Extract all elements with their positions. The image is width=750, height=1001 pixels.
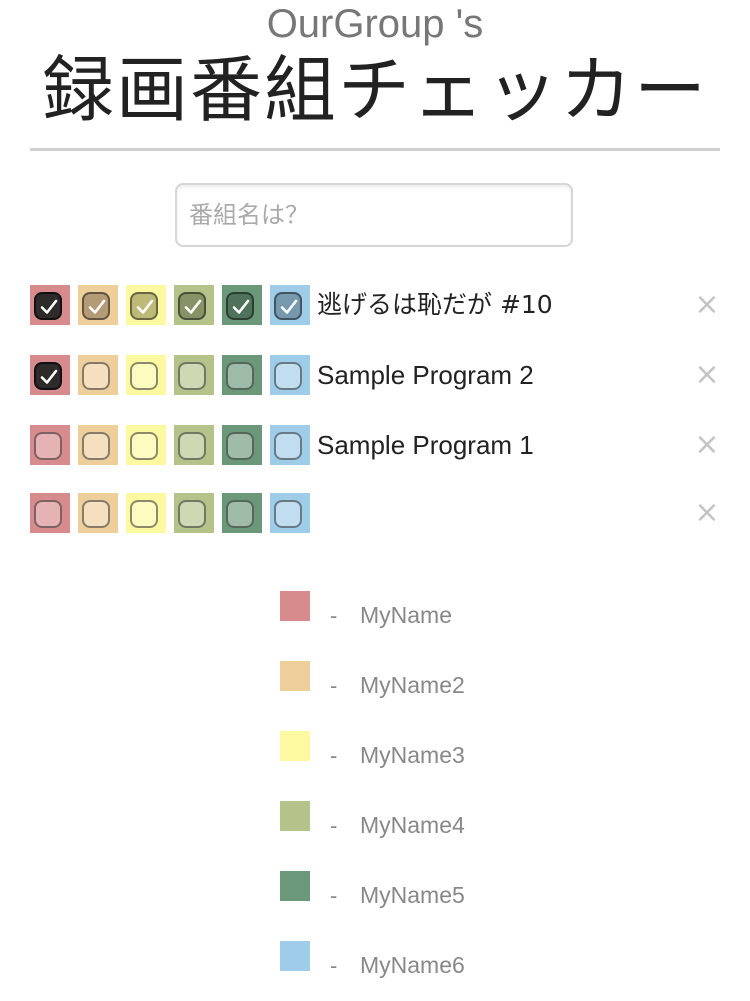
checkbox-unchecked xyxy=(34,500,62,528)
checkbox-checked xyxy=(226,292,254,320)
member-checkbox[interactable] xyxy=(126,493,166,533)
member-checkbox[interactable] xyxy=(30,355,70,395)
member-checkbox[interactable] xyxy=(270,425,310,465)
checkbox-checked xyxy=(130,292,158,320)
legend-separator: - xyxy=(330,883,338,908)
legend-color-swatch xyxy=(280,941,310,971)
checkmark-icon xyxy=(184,299,202,314)
member-checkbox[interactable] xyxy=(78,425,118,465)
checkbox-unchecked xyxy=(178,362,206,390)
member-checkbox[interactable] xyxy=(78,285,118,325)
member-checkbox[interactable] xyxy=(270,285,310,325)
checkbox-unchecked xyxy=(82,362,110,390)
checkmark-icon xyxy=(40,369,58,384)
legend-color-swatch xyxy=(280,731,310,761)
delete-program-button[interactable]: × xyxy=(694,425,720,465)
group-subtitle: OurGroup 's xyxy=(266,2,484,46)
legend-separator: - xyxy=(330,813,338,838)
checkbox-unchecked xyxy=(178,500,206,528)
member-checkbox[interactable] xyxy=(78,355,118,395)
member-checkbox[interactable] xyxy=(174,425,214,465)
legend-color-swatch xyxy=(280,591,310,621)
member-checkbox[interactable] xyxy=(222,355,262,395)
legend-member-name: MyName5 xyxy=(360,882,465,908)
checkbox-unchecked xyxy=(178,432,206,460)
member-checkbox[interactable] xyxy=(222,493,262,533)
header-divider xyxy=(30,148,720,151)
member-checkbox[interactable] xyxy=(126,355,166,395)
legend-member-name: MyName xyxy=(360,602,453,628)
checkbox-checked xyxy=(274,292,302,320)
checkbox-unchecked xyxy=(130,500,158,528)
checkmark-icon xyxy=(88,299,106,314)
program-name-input[interactable] xyxy=(175,183,573,247)
member-checkbox[interactable] xyxy=(30,493,70,533)
legend-color-swatch xyxy=(280,801,310,831)
checkbox-unchecked xyxy=(274,500,302,528)
member-checkbox[interactable] xyxy=(30,425,70,465)
legend-member-name: MyName4 xyxy=(360,812,465,838)
legend-separator: - xyxy=(330,743,338,768)
legend-member-name: MyName6 xyxy=(360,952,465,978)
checkbox-checked xyxy=(34,292,62,320)
program-row: Sample Program 1 × xyxy=(30,425,730,465)
legend-member-name: MyName3 xyxy=(360,742,465,768)
checkbox-unchecked xyxy=(274,432,302,460)
program-title: Sample Program 1 xyxy=(317,430,534,460)
checkbox-checked xyxy=(178,292,206,320)
program-row: × xyxy=(30,493,730,533)
checkbox-unchecked xyxy=(130,362,158,390)
member-checkbox[interactable] xyxy=(174,355,214,395)
member-checkbox[interactable] xyxy=(270,355,310,395)
checkbox-unchecked xyxy=(82,500,110,528)
checkmark-icon xyxy=(280,299,298,314)
legend-color-swatch xyxy=(280,661,310,691)
checkmark-icon xyxy=(232,299,250,314)
checkbox-unchecked xyxy=(34,432,62,460)
checkbox-unchecked xyxy=(274,362,302,390)
page-title: 録画番組チェッカー xyxy=(41,48,708,132)
search-area xyxy=(175,183,573,247)
legend-member-name: MyName2 xyxy=(360,672,465,698)
checkbox-checked xyxy=(34,362,62,390)
checkbox-unchecked xyxy=(82,432,110,460)
member-checkbox[interactable] xyxy=(30,285,70,325)
checkbox-checked xyxy=(82,292,110,320)
legend-color-swatch xyxy=(280,871,310,901)
member-checkbox[interactable] xyxy=(222,285,262,325)
checkbox-unchecked xyxy=(130,432,158,460)
member-checkbox[interactable] xyxy=(78,493,118,533)
legend-separator: - xyxy=(330,953,338,978)
member-checkbox[interactable] xyxy=(270,493,310,533)
checkbox-unchecked xyxy=(226,362,254,390)
checkmark-icon xyxy=(40,299,58,314)
legend-separator: - xyxy=(330,673,338,698)
member-checkbox[interactable] xyxy=(126,285,166,325)
program-title: 逃げるは恥だが #10 xyxy=(317,290,553,319)
member-checkbox[interactable] xyxy=(174,493,214,533)
member-checkbox[interactable] xyxy=(174,285,214,325)
program-row: 逃げるは恥だが #10 × xyxy=(30,285,730,325)
checkbox-unchecked xyxy=(226,432,254,460)
checkbox-unchecked xyxy=(226,500,254,528)
program-row: Sample Program 2 × xyxy=(30,355,730,395)
member-checkbox[interactable] xyxy=(126,425,166,465)
delete-program-button[interactable]: × xyxy=(694,355,720,395)
legend-separator: - xyxy=(330,603,338,628)
checkmark-icon xyxy=(136,299,154,314)
delete-program-button[interactable]: × xyxy=(694,493,720,533)
delete-program-button[interactable]: × xyxy=(694,285,720,325)
member-checkbox[interactable] xyxy=(222,425,262,465)
program-title: Sample Program 2 xyxy=(317,360,534,390)
